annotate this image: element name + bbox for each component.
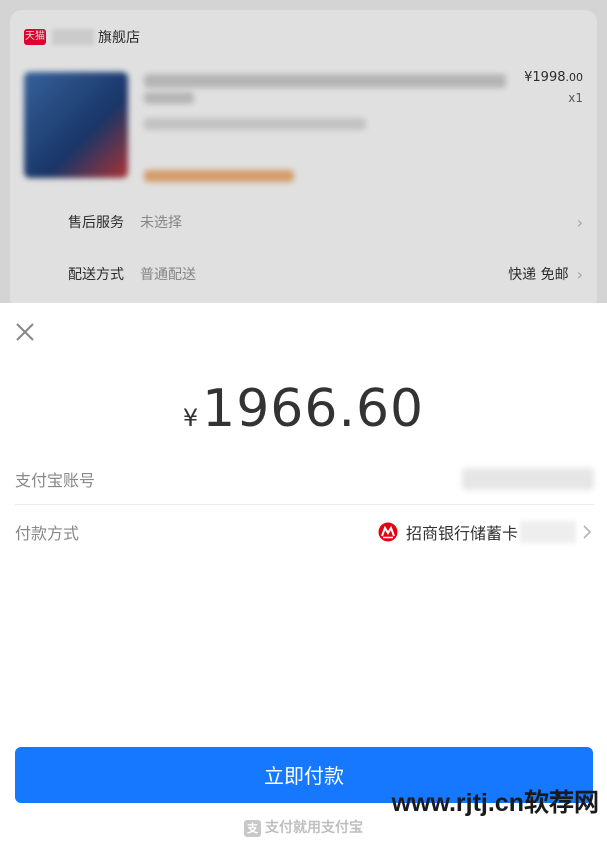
order-page-background: 天猫 旗舰店 ¥1998.00 x1 售后服务 未选择 › 配送方式 普通配送 … bbox=[0, 0, 607, 310]
modal-overlay[interactable] bbox=[0, 0, 607, 303]
alipay-account-row: 支付宝账号 bbox=[15, 453, 594, 505]
alipay-logo-icon: 支 bbox=[244, 819, 261, 837]
currency-symbol: ¥ bbox=[182, 404, 199, 432]
payment-method-value: 招商银行储蓄卡 bbox=[405, 524, 518, 543]
cmb-bank-icon bbox=[378, 522, 398, 542]
divider bbox=[15, 504, 594, 505]
alipay-account-label: 支付宝账号 bbox=[15, 471, 96, 490]
close-button[interactable] bbox=[12, 319, 38, 345]
card-number-redacted bbox=[520, 521, 576, 543]
payment-sheet: ¥1966.60 支付宝账号 付款方式 招商银行储蓄卡 立即付款 支支付就用支付… bbox=[0, 303, 607, 844]
payment-method-selector[interactable]: 招商银行储蓄卡 bbox=[378, 520, 594, 544]
alipay-footer-brand: 支支付就用支付宝 bbox=[0, 817, 607, 837]
alipay-account-redacted bbox=[462, 468, 594, 490]
alipay-slogan: 支付就用支付宝 bbox=[265, 820, 363, 836]
close-icon bbox=[16, 323, 34, 341]
chevron-right-icon bbox=[583, 525, 592, 539]
payment-method-row[interactable]: 付款方式 招商银行储蓄卡 bbox=[15, 506, 594, 558]
payment-method-label: 付款方式 bbox=[15, 524, 80, 543]
amount-value: 1966.60 bbox=[202, 379, 425, 439]
site-watermark: www.rjtj.cn软荐网 bbox=[391, 789, 599, 817]
payment-amount: ¥1966.60 bbox=[0, 379, 607, 439]
